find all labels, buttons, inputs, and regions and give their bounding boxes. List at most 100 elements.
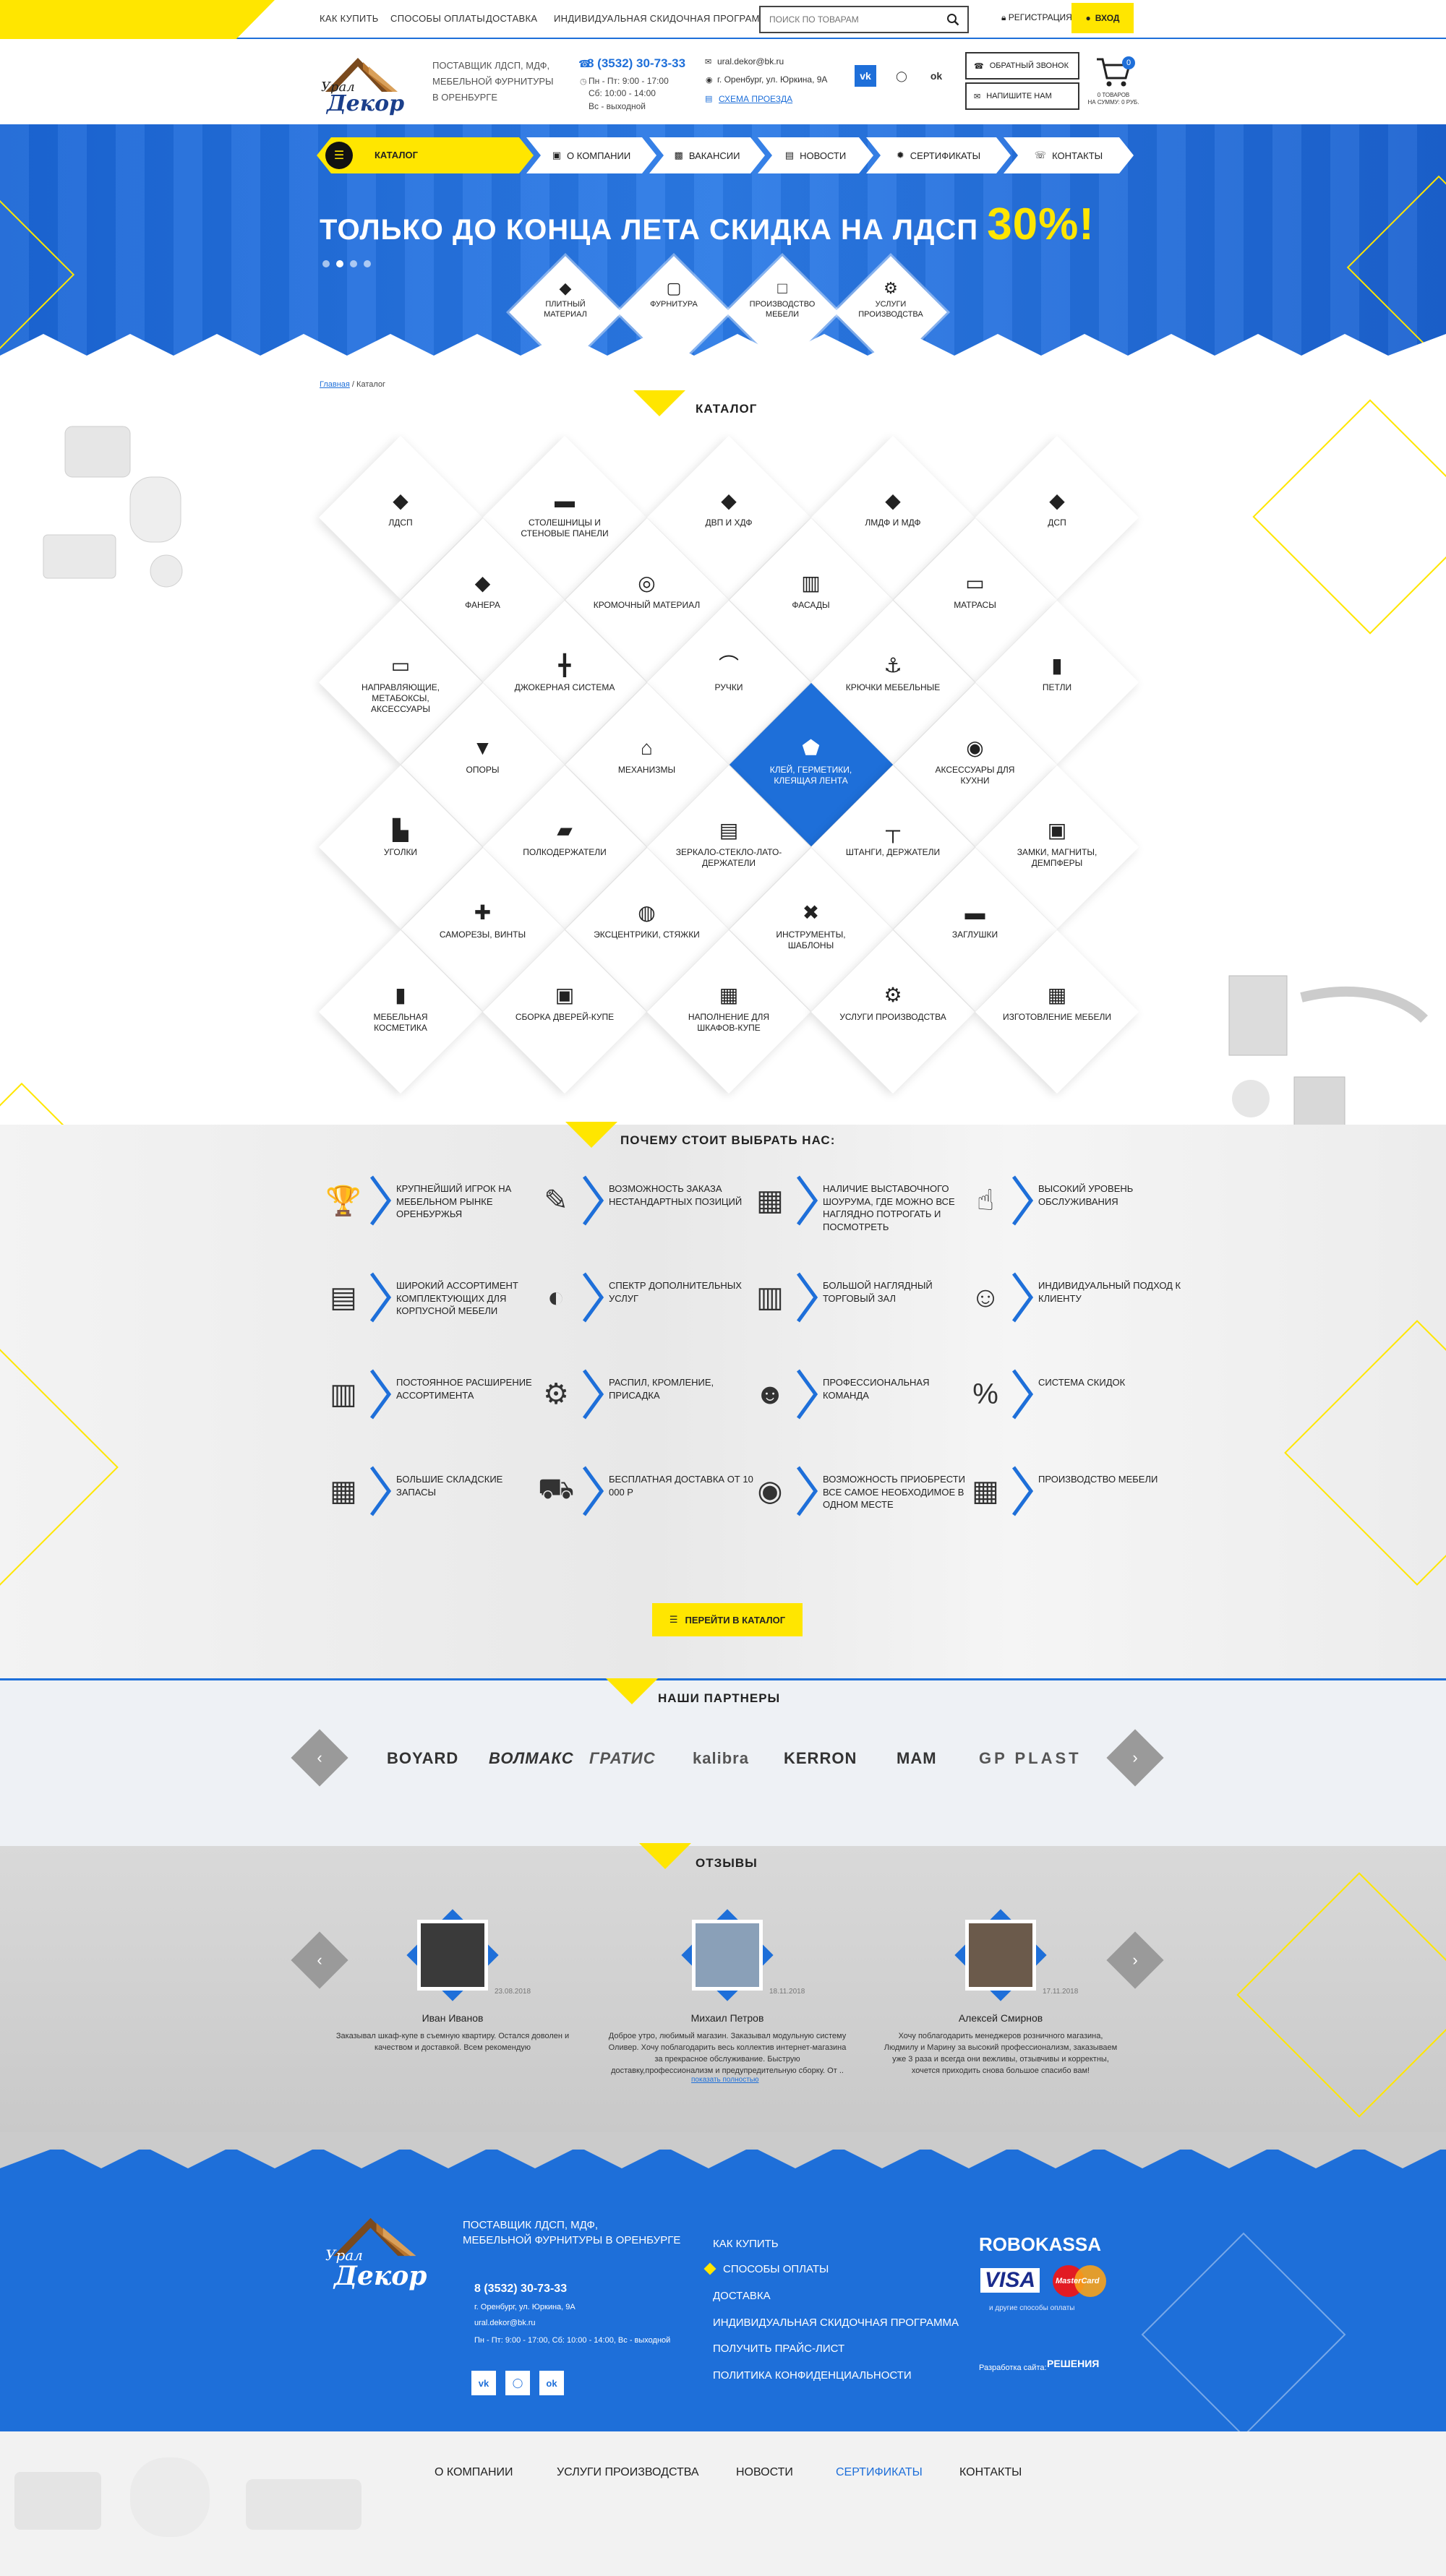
footer-link[interactable]: КАК КУПИТЬ (713, 2238, 779, 2250)
footer-link[interactable]: ПОЛУЧИТЬ ПРАЙС-ЛИСТ (713, 2343, 844, 2355)
nav-item-news[interactable]: ▤ НОВОСТИ (758, 137, 873, 173)
topbar-link-delivery[interactable]: ДОСТАВКА (486, 13, 537, 24)
odnoklassniki-icon[interactable]: ok (539, 2371, 564, 2395)
instagram-icon[interactable]: ◯ (891, 65, 912, 87)
nav-item-certificates[interactable]: ✹ СЕРТИФИКАТЫ (866, 137, 1011, 173)
bottom-nav-about[interactable]: О КОМПАНИИ (435, 2466, 513, 2479)
catalog-item[interactable]: ⬟ КЛЕЙ, ГЕРМЕТИКИ, КЛЕЯЩАЯ ЛЕНТА (757, 736, 865, 786)
header-phone[interactable]: 8 (3532) 30-73-33 (587, 56, 685, 71)
header-email[interactable]: ural.dekor@bk.ru (717, 56, 784, 66)
footer-link[interactable]: ПОЛИТИКА КОНФИДЕНЦИАЛЬНОСТИ (713, 2369, 912, 2382)
search-input[interactable] (761, 7, 934, 32)
catalog-item[interactable]: ◆ ЛДСП (346, 489, 455, 528)
catalog-item[interactable]: ◉ АКСЕССУАРЫ ДЛЯ КУХНИ (921, 736, 1030, 786)
topbar-link-discount[interactable]: ИНДИВИДУАЛЬНАЯ СКИДОЧНАЯ ПРОГРАММА (554, 13, 774, 24)
bottom-nav-services[interactable]: УСЛУГИ ПРОИЗВОДСТВА (557, 2466, 699, 2479)
topbar-link-how-to-buy[interactable]: КАК КУПИТЬ (320, 13, 379, 24)
callback-button[interactable]: ☎ ОБРАТНЫЙ ЗВОНОК (965, 52, 1079, 80)
nav-item-about[interactable]: ▣ О КОМПАНИИ (526, 137, 656, 173)
vk-icon[interactable]: vk (471, 2371, 496, 2395)
catalog-item[interactable]: ◆ ДВП И ХДФ (675, 489, 783, 528)
vk-icon[interactable]: vk (855, 65, 876, 87)
review-show-more-link[interactable]: показать полностью (691, 2076, 758, 2084)
catalog-item[interactable]: ▮ МЕБЕЛЬНАЯ КОСМЕТИКА (346, 983, 455, 1034)
nav-item-contacts[interactable]: ☏ КОНТАКТЫ (1004, 137, 1134, 173)
why-item-text: СПЕКТР ДОПОЛНИТЕЛЬНЫХ УСЛУГ (609, 1280, 742, 1304)
catalog-item[interactable]: ▬ ЗАГЛУШКИ (921, 901, 1030, 940)
catalog-item[interactable]: ▤ ЗЕРКАЛО-СТЕКЛО-ЛАТО-ДЕРЖАТЕЛИ (675, 818, 783, 869)
catalog-item[interactable]: ▦ ИЗГОТОВЛЕНИЕ МЕБЕЛИ (1003, 983, 1111, 1023)
hero-tile-plates[interactable]: ◆ ПЛИТНЫЙ МАТЕРИАЛ (526, 278, 605, 319)
why-title: ПОЧЕМУ СТОИТ ВЫБРАТЬ НАС: (620, 1133, 836, 1147)
catalog-item[interactable]: ⚙ УСЛУГИ ПРОИЗВОДСТВА (839, 983, 947, 1023)
hero-tile-hardware[interactable]: ▢ ФУРНИТУРА (634, 278, 714, 309)
catalog-item[interactable]: ◆ ФАНЕРА (429, 571, 537, 611)
catalog-item[interactable]: ◆ ДСП (1003, 489, 1111, 528)
catalog-item[interactable]: ⚓ КРЮЧКИ МЕБЕЛЬНЫЕ (839, 653, 947, 693)
catalog-item[interactable]: ▣ ЗАМКИ, МАГНИТЫ, ДЕМПФЕРЫ (1003, 818, 1111, 869)
catalog-item[interactable]: ◍ ЭКСЦЕНТРИКИ, СТЯЖКИ (593, 901, 701, 940)
catalog-item[interactable]: ✚ САМОРЕЗЫ, ВИНТЫ (429, 901, 537, 940)
catalog-item[interactable]: ⌂ МЕХАНИЗМЫ (593, 736, 701, 776)
go-to-catalog-button[interactable]: ☰ ПЕРЕЙТИ В КАТАЛОГ (652, 1603, 803, 1636)
bottom-nav-contacts[interactable]: КОНТАКТЫ (959, 2466, 1022, 2479)
catalog-item[interactable]: ▣ СБОРКА ДВЕРЕЙ-КУПЕ (510, 983, 619, 1023)
partner-logo[interactable]: BOYARD (387, 1749, 458, 1768)
location-icon: ◉ (757, 1475, 783, 1507)
catalog-item[interactable]: ◎ КРОМОЧНЫЙ МАТЕРИАЛ (593, 571, 701, 611)
footer-link[interactable]: СПОСОБЫ ОПЛАТЫ (723, 2263, 829, 2275)
logo[interactable]: Урал Декор (318, 52, 412, 117)
partner-logo[interactable]: KERRON (784, 1749, 857, 1768)
slider-dot[interactable] (350, 260, 357, 267)
slider-dot[interactable] (322, 260, 330, 267)
developer-brand[interactable]: РЕШЕНИЯ (1047, 2358, 1099, 2369)
register-link[interactable]: 🔒︎ РЕГИСТРАЦИЯ (1001, 12, 1072, 23)
catalog-item[interactable]: ▬ СТОЛЕШНИЦЫ И СТЕНОВЫЕ ПАНЕЛИ (510, 489, 619, 539)
catalog-item[interactable]: ╋ ДЖОКЕРНАЯ СИСТЕМА (510, 653, 619, 693)
catalog-item[interactable]: ⌒ РУЧКИ (675, 653, 783, 693)
chevron-left-icon[interactable]: ‹ (299, 1940, 340, 1980)
partner-logo[interactable]: МАМ (897, 1749, 937, 1768)
hero-tile-furniture[interactable]: □ ПРОИЗВОДСТВО МЕБЕЛИ (743, 278, 822, 319)
cart[interactable]: 0 0 ТОВАРОВ НА СУММУ: 0 РУБ. (1088, 56, 1139, 114)
partner-logo[interactable]: kalibra (693, 1749, 749, 1768)
catalog-item[interactable]: ▙ УГОЛКИ (346, 818, 455, 858)
breadcrumb-home[interactable]: Главная (320, 380, 350, 389)
catalog-item[interactable]: ┬ ШТАНГИ, ДЕРЖАТЕЛИ (839, 818, 947, 858)
bottom-nav-news[interactable]: НОВОСТИ (736, 2466, 793, 2479)
catalog-item[interactable]: ▦ НАПОЛНЕНИЕ ДЛЯ ШКАФОВ-КУПЕ (675, 983, 783, 1034)
partner-logo[interactable]: ВОЛМАКС (489, 1749, 574, 1768)
partner-logo[interactable]: GP PLAST (979, 1749, 1082, 1768)
catalog-item[interactable]: ▥ ФАСАДЫ (757, 571, 865, 611)
footer-email[interactable]: ural.dekor@bk.ru (474, 2319, 536, 2327)
bottom-nav-certificates[interactable]: СЕРТИФИКАТЫ (836, 2466, 923, 2479)
catalog-item[interactable]: ✖ ИНСТРУМЕНТЫ, ШАБЛОНЫ (757, 901, 865, 951)
catalog-item[interactable]: ▼ ОПОРЫ (429, 736, 537, 776)
odnoklassniki-icon[interactable]: ok (925, 65, 947, 87)
catalog-item[interactable]: ▰ ПОЛКОДЕРЖАТЕЛИ (510, 818, 619, 858)
instagram-icon[interactable]: ◯ (505, 2371, 530, 2395)
catalog-item[interactable]: ◆ ЛМДФ И МДФ (839, 489, 947, 528)
login-button[interactable]: ● ВХОД (1071, 3, 1134, 33)
search-button[interactable] (938, 7, 967, 32)
map-link[interactable]: СХЕМА ПРОЕЗДА (719, 94, 792, 104)
chevron-right-icon[interactable]: › (1115, 1940, 1155, 1980)
partner-logo[interactable]: ГРАТИС (589, 1749, 656, 1768)
footer-link[interactable]: ИНДИВИДУАЛЬНАЯ СКИДОЧНАЯ ПРОГРАММА (713, 2317, 959, 2329)
catalog-item[interactable]: ▭ НАПРАВЛЯЮЩИЕ, МЕТАБОКСЫ, АКСЕССУАРЫ (346, 653, 455, 715)
catalog-item[interactable]: ▮ ПЕТЛИ (1003, 653, 1111, 693)
write-us-button[interactable]: ✉ НАПИШИТЕ НАМ (965, 82, 1079, 110)
chevron-left-icon[interactable]: ‹ (299, 1738, 340, 1778)
catalog-item-label: АКСЕССУАРЫ ДЛЯ КУХНИ (935, 765, 1015, 786)
hero-tile-services[interactable]: ⚙ УСЛУГИ ПРОИЗВОДСТВА (851, 278, 931, 319)
footer-phone[interactable]: 8 (3532) 30-73-33 (474, 2283, 567, 2296)
footer-link[interactable]: ДОСТАВКА (713, 2290, 771, 2302)
nav-item-vacancies[interactable]: ▩ ВАКАНСИИ (649, 137, 765, 173)
nav-catalog[interactable]: ☰ КАТАЛОГ (317, 137, 534, 173)
slider-dot[interactable] (336, 260, 343, 267)
chevron-right-icon[interactable]: › (1115, 1738, 1155, 1778)
slider-dot[interactable] (364, 260, 371, 267)
catalog-item[interactable]: ▭ МАТРАСЫ (921, 571, 1030, 611)
topbar-link-payment[interactable]: СПОСОБЫ ОПЛАТЫ (390, 13, 485, 24)
footer-logo[interactable]: Урал Декор (321, 2215, 437, 2309)
